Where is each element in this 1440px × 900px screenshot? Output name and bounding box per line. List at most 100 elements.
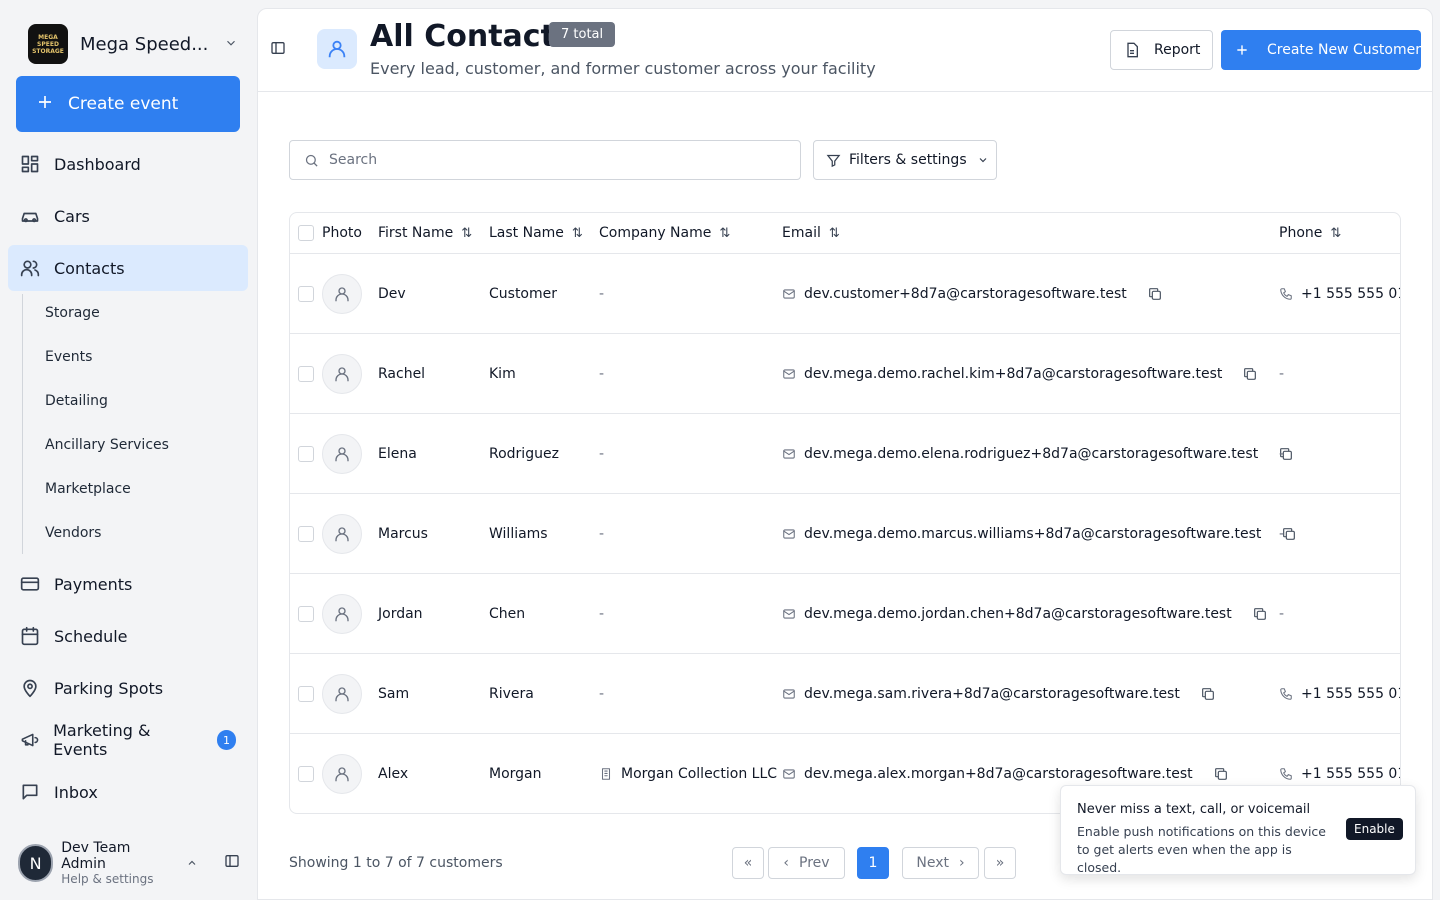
nav-item-parking-spots[interactable]: Parking Spots [8,665,248,711]
nav-item-marketing-events[interactable]: Marketing & Events 1 [8,717,248,763]
email[interactable]: dev.mega.demo.marcus.williams+8d7a@carst… [804,526,1261,542]
last-name: Chen [489,605,526,622]
user-menu[interactable]: N Dev Team Admin Help & settings [18,840,240,886]
subnav-detailing[interactable]: Detailing [45,393,108,409]
copy-icon[interactable] [1147,286,1163,302]
car-icon [21,212,39,223]
notification-badge: 1 [216,730,236,750]
mail-icon [783,608,795,619]
row-checkbox[interactable] [298,365,314,382]
email[interactable]: dev.mega.demo.elena.rodriguez+8d7a@carst… [804,446,1258,462]
chevron-left-icon: ‹ [783,855,790,871]
email-cell: dev.mega.sam.rivera+8d7a@carstoragesoftw… [782,654,1216,733]
column-company[interactable]: Company Name ⇅ [599,213,730,253]
filter-icon [826,154,841,167]
sidebar-toggle-icon[interactable] [224,853,240,873]
nav-item-contacts[interactable]: Contacts [8,245,248,291]
table-row[interactable]: Dev Customer - dev.customer+8d7a@carstorage… [290,253,1400,333]
calendar-icon [21,626,39,646]
column-phone[interactable]: Phone ⇅ [1279,213,1341,253]
phone-cell: - [1279,365,1285,382]
sort-icon: ⇅ [719,225,731,241]
select-all-checkbox[interactable] [298,225,314,241]
table-row[interactable]: Elena Rodriguez - dev.mega.demo.elena.rodri… [290,413,1400,493]
report-label: Report [1154,42,1201,58]
copy-icon[interactable] [1252,606,1268,622]
plus-icon [1237,45,1247,55]
table-row[interactable]: Rachel Kim - dev.mega.demo.rachel.kim+8d7a@… [290,333,1400,413]
first-name: Jordan [378,605,423,622]
row-checkbox[interactable] [298,445,314,462]
page-1-button[interactable]: 1 [857,847,889,879]
chevron-down-icon [979,158,987,163]
nav-item-payments[interactable]: Payments [8,561,248,607]
nav-item-dashboard[interactable]: Dashboard [8,141,248,187]
column-email[interactable]: Email ⇅ [782,213,840,253]
subnav-vendors[interactable]: Vendors [45,525,101,541]
subnav-events[interactable]: Events [45,349,92,365]
org-logo: MEGA SPEED STORAGE [28,24,68,64]
nav-label: Contacts [54,258,125,278]
search-input[interactable]: Search [289,140,801,180]
email[interactable]: dev.mega.alex.morgan+8d7a@carstoragesoft… [804,766,1193,782]
next-page-button[interactable]: Next › [902,847,979,879]
column-last-name[interactable]: Last Name ⇅ [489,213,583,253]
email-cell: dev.customer+8d7a@carstoragesoftware.tes… [782,254,1163,333]
enable-button[interactable]: Enable [1346,818,1403,840]
first-name: Alex [378,765,409,782]
first-page-button[interactable]: « [732,847,764,879]
nav-item-inbox[interactable]: Inbox [8,769,248,815]
company-name: - [599,285,605,302]
phone-icon [1280,767,1292,780]
first-name: Sam [378,685,410,702]
table-row[interactable]: Sam Rivera - dev.mega.sam.rivera+8d7a@carst… [290,653,1400,733]
email-cell: dev.mega.demo.elena.rodriguez+8d7a@carst… [782,414,1294,493]
copy-icon[interactable] [1200,686,1216,702]
first-name: Rachel [378,365,426,382]
email[interactable]: dev.mega.sam.rivera+8d7a@carstoragesoftw… [804,686,1180,702]
report-button[interactable]: Report [1110,30,1213,70]
org-switcher[interactable]: MEGA SPEED STORAGE Mega Speed... [28,24,238,64]
copy-icon[interactable] [1213,766,1229,782]
subnav-marketplace[interactable]: Marketplace [45,481,131,497]
search-placeholder: Search [329,152,378,168]
user-icon [335,606,349,621]
sidebar-collapse-icon[interactable] [270,40,288,58]
row-checkbox[interactable] [298,765,314,782]
document-icon [1127,42,1138,58]
row-checkbox[interactable] [298,605,314,622]
phone-cell: - [1279,445,1285,462]
row-checkbox[interactable] [298,685,314,702]
table-row[interactable]: Jordan Chen - dev.mega.demo.jordan.chen+8d7… [290,573,1400,653]
phone-cell: - [1279,605,1285,622]
contacts-table: Photo First Name ⇅ Last Name ⇅ Company Nam… [289,212,1401,814]
subnav-storage[interactable]: Storage [45,305,100,321]
chevron-down-icon [224,35,238,54]
page-header: All Contacts 7 total Every lead, custome… [258,9,1432,92]
email[interactable]: dev.mega.demo.jordan.chen+8d7a@carstorag… [804,606,1232,622]
search-icon [305,154,318,167]
phone-cell: +1 555 555 010 [1279,254,1400,333]
email[interactable]: dev.mega.demo.rachel.kim+8d7a@carstorage… [804,366,1222,382]
filters-button[interactable]: Filters & settings [813,140,997,180]
nav-label: Dashboard [54,154,141,174]
user-icon [335,446,349,461]
nav-label: Inbox [54,782,98,802]
last-page-button[interactable]: » [984,847,1016,879]
column-first-name[interactable]: First Name ⇅ [378,213,472,253]
nav-item-cars[interactable]: Cars [8,193,248,239]
company-name: - [599,605,605,622]
row-checkbox[interactable] [298,525,314,542]
prev-page-button[interactable]: ‹ Prev [768,847,845,879]
user-icon [335,526,349,541]
email[interactable]: dev.customer+8d7a@carstoragesoftware.tes… [804,286,1127,302]
nav-item-schedule[interactable]: Schedule [8,613,248,659]
user-subtitle: Help & settings [61,872,154,886]
create-event-button[interactable]: Create event [16,76,240,132]
create-customer-button[interactable]: Create New Customer [1221,30,1421,70]
subnav-ancillary-services[interactable]: Ancillary Services [45,437,169,453]
copy-icon[interactable] [1242,366,1258,382]
company-name: Morgan Collection LLC [599,734,777,813]
table-row[interactable]: Marcus Williams - dev.mega.demo.marcus.will… [290,493,1400,573]
row-checkbox[interactable] [298,285,314,302]
